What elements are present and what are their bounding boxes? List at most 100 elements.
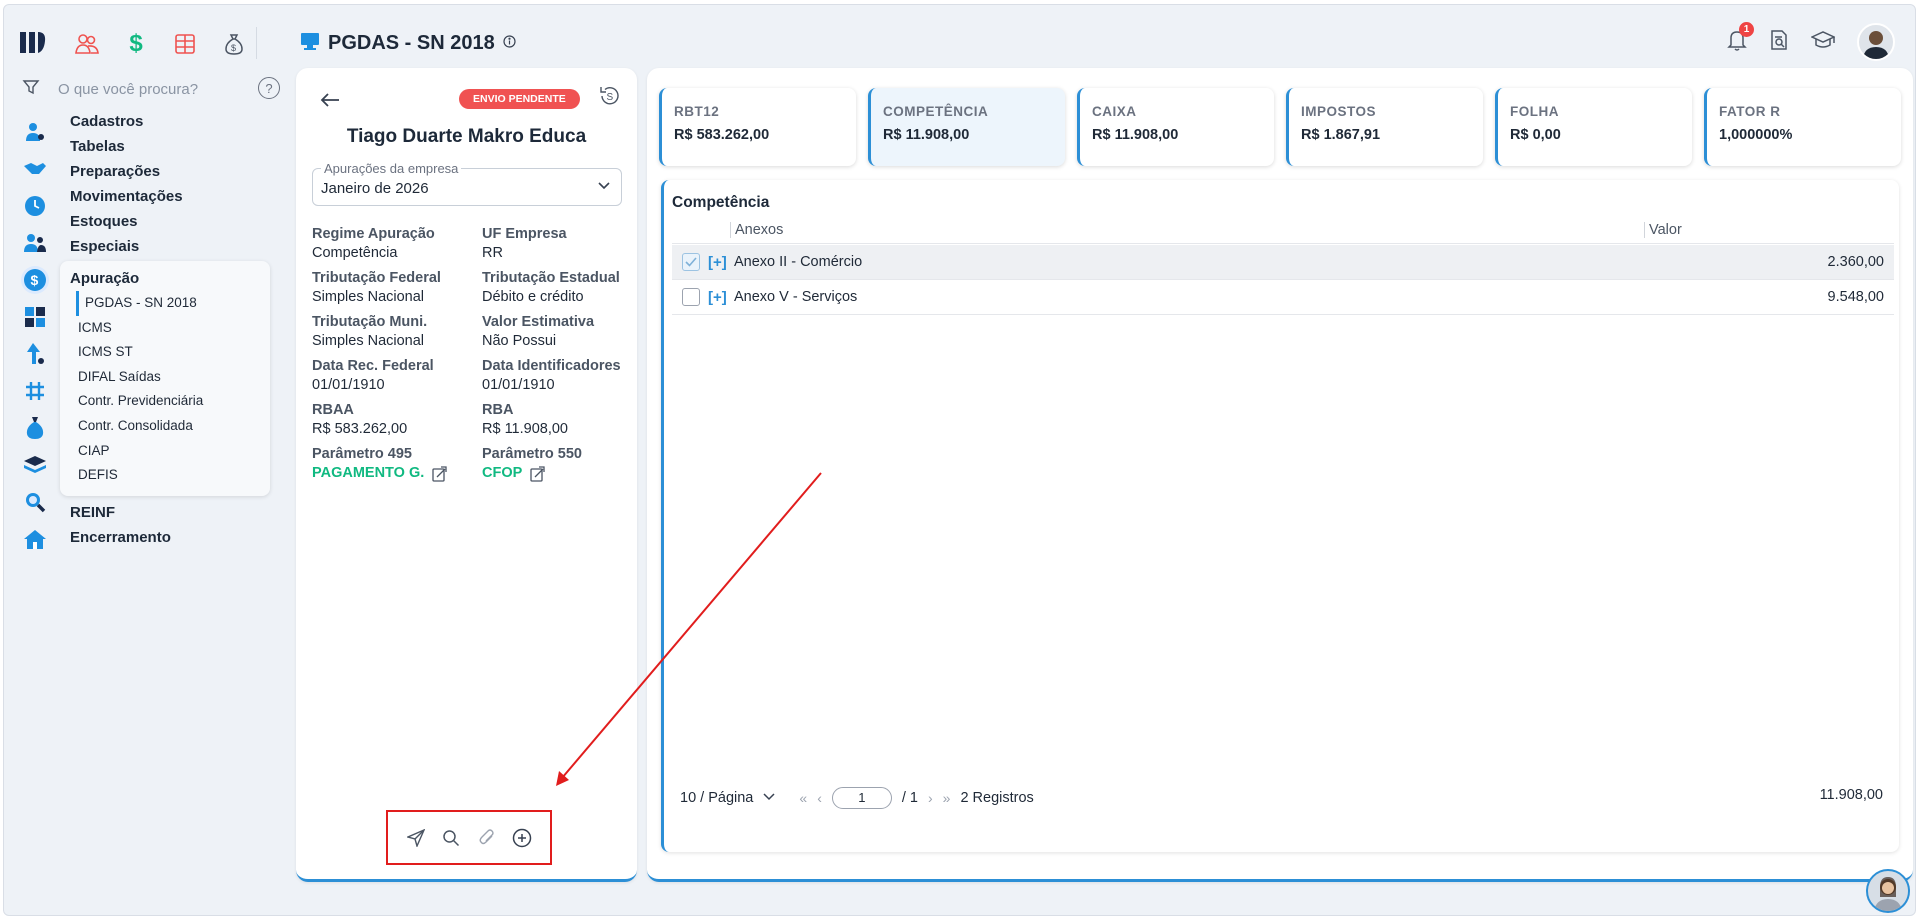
column-header-anexos[interactable]: Anexos <box>730 222 783 238</box>
menu-search-placeholder[interactable]: O que você procura? <box>58 81 198 98</box>
layers-icon[interactable] <box>20 446 50 483</box>
user-avatar[interactable] <box>1857 23 1895 61</box>
app-frame: $ $ PGDAS - SN 2018 1 O que você procura… <box>3 4 1916 916</box>
field-label: Tributação Federal <box>312 270 441 286</box>
submenu-item-pgdas[interactable]: PGDAS - SN 2018 <box>76 291 270 316</box>
page-size-value[interactable]: 10 / Página <box>680 790 753 806</box>
row-anexo-name: Anexo II - Comércio <box>734 254 863 270</box>
submenu-item-icms-st[interactable]: ICMS ST <box>60 340 270 365</box>
field-value: R$ 11.908,00 <box>482 421 568 437</box>
field-tributacao-federal: Tributação Federal Simples Nacional <box>312 269 482 307</box>
sidebar-item-encerramento[interactable]: Encerramento <box>70 525 280 550</box>
external-link-icon[interactable] <box>530 465 545 482</box>
info-icon[interactable] <box>503 34 516 53</box>
toolbar-divider <box>256 27 257 59</box>
field-tributacao-estadual: Tributação Estadual Débito e crédito <box>482 269 632 307</box>
card-impostos[interactable]: IMPOSTOS R$ 1.867,91 <box>1286 88 1483 166</box>
external-link-icon[interactable] <box>432 465 447 482</box>
field-tributacao-municipal: Tributação Muni. Simples Nacional <box>312 313 482 351</box>
card-rbt12[interactable]: RBT12 R$ 583.262,00 <box>659 88 856 166</box>
page-size-select[interactable]: 10 / Página <box>680 790 775 806</box>
card-competencia[interactable]: COMPETÊNCIA R$ 11.908,00 <box>868 88 1065 166</box>
first-page-icon[interactable]: « <box>799 790 807 806</box>
home-icon[interactable] <box>20 520 50 557</box>
menu-search[interactable]: O que você procura? ? <box>22 75 280 103</box>
sidebar-item-apuracao[interactable]: Apuração <box>60 267 270 291</box>
apuracao-select[interactable]: Apurações da empresa Janeiro de 2026 <box>312 161 622 206</box>
card-fator-r[interactable]: FATOR R 1,000000% <box>1704 88 1901 166</box>
submenu-item-defis[interactable]: DEFIS <box>60 463 270 488</box>
send-icon[interactable] <box>403 825 429 851</box>
money-bag-side-icon[interactable] <box>20 409 50 446</box>
spreadsheet-icon[interactable] <box>172 31 198 57</box>
table-row[interactable]: [+] Anexo II - Comércio 2.360,00 <box>672 245 1894 280</box>
submenu-item-contr-consolidada[interactable]: Contr. Consolidada <box>60 414 270 439</box>
sidebar-item-especiais[interactable]: Especiais <box>70 234 280 259</box>
calculator-icon[interactable] <box>20 298 50 335</box>
handshake-icon[interactable] <box>20 150 50 187</box>
magnifier-icon[interactable] <box>20 483 50 520</box>
row-checkbox[interactable] <box>682 253 700 271</box>
graduation-cap-icon[interactable] <box>1810 30 1836 55</box>
detail-panel: ENVIO PENDENTE S Tiago Duarte Makro Educ… <box>296 68 637 882</box>
search-icon[interactable] <box>438 825 464 851</box>
submenu-item-ciap[interactable]: CIAP <box>60 439 270 464</box>
assistant-avatar[interactable] <box>1866 869 1910 913</box>
row-checkbox[interactable] <box>682 288 700 306</box>
field-label: Valor Estimativa <box>482 314 595 330</box>
submenu-item-contr-previdenciaria[interactable]: Contr. Previdenciária <box>60 389 270 414</box>
field-value: Simples Nacional <box>312 289 425 305</box>
users-icon[interactable] <box>20 224 50 261</box>
apuracao-select-value[interactable]: Janeiro de 2026 <box>321 180 429 197</box>
prev-page-icon[interactable]: ‹ <box>817 790 822 806</box>
sidebar-item-estoques[interactable]: Estoques <box>70 209 280 234</box>
money-bag-icon[interactable]: $ <box>221 31 247 57</box>
help-icon[interactable]: ? <box>258 77 280 99</box>
card-label: FOLHA <box>1510 104 1559 119</box>
last-page-icon[interactable]: » <box>943 790 951 806</box>
chevron-down-icon[interactable] <box>763 792 775 802</box>
page-input[interactable]: 1 <box>831 787 892 809</box>
field-label: Tributação Muni. <box>312 314 428 330</box>
sidebar-item-movimentacoes[interactable]: Movimentações <box>70 184 280 209</box>
people-icon[interactable] <box>74 31 100 57</box>
sidebar-item-cadastros[interactable]: Cadastros <box>70 109 280 134</box>
dollar-circle-icon[interactable]: $ <box>20 261 50 298</box>
submenu-item-icms[interactable]: ICMS <box>60 316 270 341</box>
card-value: R$ 0,00 <box>1510 127 1561 143</box>
pagamento-link-text[interactable]: PAGAMENTO G. <box>312 464 424 483</box>
clock-icon[interactable] <box>20 187 50 224</box>
notifications-button[interactable]: 1 <box>1727 21 1754 56</box>
document-search-icon[interactable] <box>1769 29 1789 56</box>
add-circle-icon[interactable] <box>509 825 535 851</box>
attachment-icon[interactable] <box>474 825 500 851</box>
expand-icon[interactable]: [+] <box>708 289 727 306</box>
dollar-icon[interactable]: $ <box>123 30 149 57</box>
tree-icon[interactable] <box>20 335 50 372</box>
records-count: 2 Registros <box>960 790 1034 806</box>
submenu-item-difal[interactable]: DIFAL Saídas <box>60 365 270 390</box>
field-value: Débito e crédito <box>482 289 584 305</box>
status-badge: ENVIO PENDENTE <box>459 89 580 109</box>
network-icon[interactable] <box>20 372 50 409</box>
cfop-link[interactable]: CFOP <box>482 464 545 483</box>
sidebar-menu: Cadastros Tabelas Preparações Movimentaç… <box>60 109 280 550</box>
header-actions: 1 <box>1727 21 1895 61</box>
user-icon[interactable] <box>20 113 50 150</box>
app-logo[interactable] <box>18 29 48 62</box>
card-folha[interactable]: FOLHA R$ 0,00 <box>1495 88 1692 166</box>
expand-icon[interactable]: [+] <box>708 254 727 271</box>
history-icon[interactable]: S <box>598 84 622 113</box>
sidebar-item-preparacoes[interactable]: Preparações <box>70 159 280 184</box>
chevron-down-icon[interactable] <box>597 179 611 198</box>
table-row[interactable]: [+] Anexo V - Serviços 9.548,00 <box>672 280 1894 315</box>
sidebar-item-tabelas[interactable]: Tabelas <box>70 134 280 159</box>
next-page-icon[interactable]: › <box>928 790 933 806</box>
card-caixa[interactable]: CAIXA R$ 11.908,00 <box>1077 88 1274 166</box>
summary-cards: RBT12 R$ 583.262,00 COMPETÊNCIA R$ 11.908,… <box>659 88 1901 166</box>
column-header-valor[interactable]: Valor <box>1644 222 1682 238</box>
pagamento-link[interactable]: PAGAMENTO G. <box>312 464 447 483</box>
cfop-link-text[interactable]: CFOP <box>482 464 522 483</box>
sidebar-item-reinf[interactable]: REINF <box>70 500 280 525</box>
back-arrow-icon[interactable] <box>320 88 340 114</box>
